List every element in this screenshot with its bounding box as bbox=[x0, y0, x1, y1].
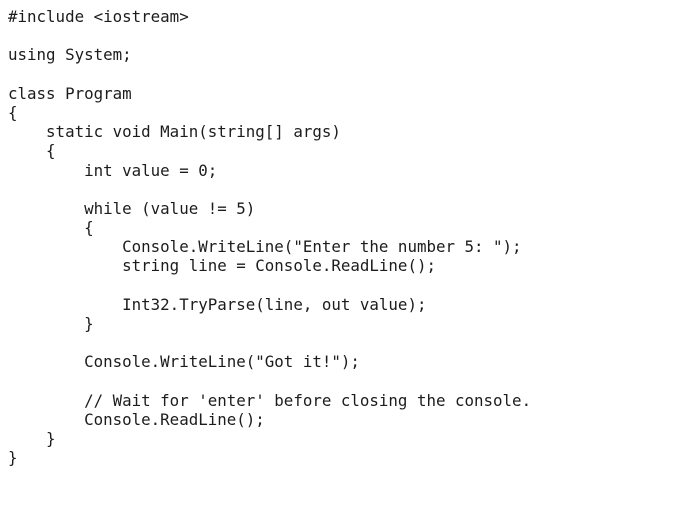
code-line-6: { bbox=[8, 102, 18, 122]
code-line-16: Int32.TryParse(line, out value); bbox=[8, 294, 427, 314]
code-line-9: int value = 0; bbox=[8, 160, 218, 180]
code-line-7: static void Main(string[] args) bbox=[8, 122, 341, 142]
code-line-24: } bbox=[8, 448, 18, 468]
code-line-3: using System; bbox=[8, 45, 132, 65]
code-viewer: #include <iostream> using System; class … bbox=[0, 0, 686, 515]
code-line-14: string line = Console.ReadLine(); bbox=[8, 256, 436, 276]
code-line-5: class Program bbox=[8, 83, 132, 103]
code-line-21: // Wait for 'enter' before closing the c… bbox=[8, 390, 532, 410]
code-line-11: while (value != 5) bbox=[8, 198, 256, 218]
code-line-23: } bbox=[8, 429, 56, 449]
code-line-17: } bbox=[8, 314, 94, 333]
code-line-22: Console.ReadLine(); bbox=[8, 409, 265, 429]
code-block: #include <iostream> using System; class … bbox=[8, 7, 531, 468]
code-line-1: #include <iostream> bbox=[8, 7, 189, 26]
code-line-19: Console.WriteLine("Got it!"); bbox=[8, 352, 360, 372]
code-line-8: { bbox=[8, 141, 56, 161]
code-line-12: { bbox=[8, 218, 94, 238]
code-line-13: Console.WriteLine("Enter the number 5: "… bbox=[8, 237, 522, 257]
